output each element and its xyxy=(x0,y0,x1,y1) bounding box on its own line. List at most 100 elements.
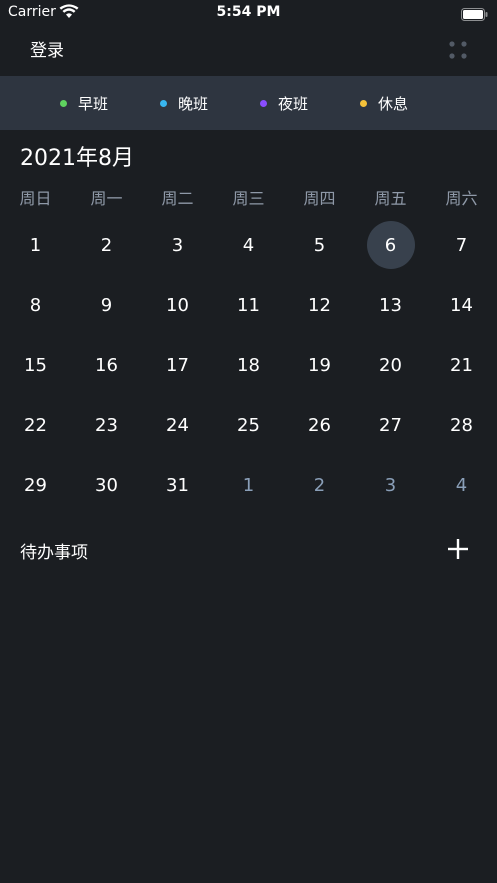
calendar-day[interactable]: 15 xyxy=(0,335,71,395)
day-number: 20 xyxy=(379,354,402,376)
calendar-day[interactable]: 9 xyxy=(71,275,142,335)
day-number: 22 xyxy=(24,414,47,436)
calendar-day[interactable]: 13 xyxy=(355,275,426,335)
day-number: 31 xyxy=(166,474,189,496)
weekday-sat: 周六 xyxy=(445,189,478,208)
calendar-day[interactable]: 2 xyxy=(71,215,142,275)
day-number: 14 xyxy=(450,294,473,316)
calendar-day-next-month[interactable]: 4 xyxy=(426,455,497,515)
day-number: 1 xyxy=(242,474,255,496)
calendar-day[interactable]: 30 xyxy=(71,455,142,515)
month-title[interactable]: 2021年8月 xyxy=(20,140,134,172)
legend-dot-night xyxy=(260,99,267,107)
legend-label-early: 早班 xyxy=(78,94,109,113)
login-button[interactable]: 登录 xyxy=(30,36,64,61)
calendar-day[interactable]: 23 xyxy=(71,395,142,455)
day-number: 15 xyxy=(24,354,47,376)
calendar-day[interactable]: 8 xyxy=(0,275,71,335)
calendar-day[interactable]: 20 xyxy=(355,335,426,395)
calendar-day[interactable]: 14 xyxy=(426,275,497,335)
todo-title: 待办事项 xyxy=(20,543,88,563)
calendar-day[interactable]: 10 xyxy=(142,275,213,335)
nav-bar: 登录 xyxy=(0,26,497,76)
day-number: 2 xyxy=(100,234,113,256)
day-number: 18 xyxy=(237,354,260,376)
weekday-sun: 周日 xyxy=(19,189,52,208)
calendar-day[interactable]: 26 xyxy=(284,395,355,455)
day-number: 8 xyxy=(29,294,42,316)
calendar-day[interactable]: 17 xyxy=(142,335,213,395)
plus-icon xyxy=(448,539,468,559)
calendar-day-next-month[interactable]: 2 xyxy=(284,455,355,515)
day-number: 5 xyxy=(313,234,326,256)
calendar-day-next-month[interactable]: 3 xyxy=(355,455,426,515)
add-todo-button[interactable] xyxy=(446,537,470,561)
day-number: 9 xyxy=(100,294,113,316)
calendar-day[interactable]: 16 xyxy=(71,335,142,395)
calendar-day[interactable]: 29 xyxy=(0,455,71,515)
legend-item-night: 夜班 xyxy=(260,94,309,113)
calendar-day[interactable]: 25 xyxy=(213,395,284,455)
calendar-day[interactable]: 24 xyxy=(142,395,213,455)
weekday-wed: 周三 xyxy=(232,189,265,208)
day-number: 10 xyxy=(166,294,189,316)
todo-section-header: 待办事项 xyxy=(0,530,497,570)
day-number: 28 xyxy=(450,414,473,436)
calendar-screen: Carrier 5:54 PM 登录 早班 晚班 夜班 休息 2021年8月 周… xyxy=(0,0,497,883)
day-number: 27 xyxy=(379,414,402,436)
day-number: 6 xyxy=(366,221,415,269)
day-number: 7 xyxy=(455,234,468,256)
weekday-mon: 周一 xyxy=(90,189,123,208)
weekday-tue: 周二 xyxy=(161,189,194,208)
day-number: 26 xyxy=(308,414,331,436)
day-number: 29 xyxy=(24,474,47,496)
calendar-day[interactable]: 28 xyxy=(426,395,497,455)
menu-dots-icon[interactable] xyxy=(447,39,469,61)
day-number: 25 xyxy=(237,414,260,436)
calendar-day[interactable]: 6 xyxy=(355,215,426,275)
legend-dot-late xyxy=(160,99,167,107)
legend-label-night: 夜班 xyxy=(278,94,309,113)
calendar-day[interactable]: 21 xyxy=(426,335,497,395)
calendar-day[interactable]: 27 xyxy=(355,395,426,455)
calendar-day[interactable]: 12 xyxy=(284,275,355,335)
day-number: 12 xyxy=(308,294,331,316)
weekday-thu: 周四 xyxy=(303,189,336,208)
day-number: 4 xyxy=(242,234,255,256)
legend-item-rest: 休息 xyxy=(360,94,409,113)
calendar-day[interactable]: 22 xyxy=(0,395,71,455)
day-number: 16 xyxy=(95,354,118,376)
calendar-day-next-month[interactable]: 1 xyxy=(213,455,284,515)
calendar-day[interactable]: 31 xyxy=(142,455,213,515)
day-number: 1 xyxy=(29,234,42,256)
calendar-day[interactable]: 5 xyxy=(284,215,355,275)
day-number: 11 xyxy=(237,294,260,316)
legend-dot-rest xyxy=(360,99,367,107)
day-number: 3 xyxy=(384,474,397,496)
weekday-header: 周日 周一 周二 周三 周四 周五 周六 xyxy=(0,185,497,209)
day-number: 13 xyxy=(379,294,402,316)
calendar-day[interactable]: 3 xyxy=(142,215,213,275)
calendar-day[interactable]: 11 xyxy=(213,275,284,335)
legend-item-late: 晚班 xyxy=(160,94,209,113)
legend-item-early: 早班 xyxy=(60,94,109,113)
day-number: 30 xyxy=(95,474,118,496)
battery-icon xyxy=(461,6,488,21)
legend-label-late: 晚班 xyxy=(178,94,209,113)
day-number: 23 xyxy=(95,414,118,436)
calendar-day[interactable]: 4 xyxy=(213,215,284,275)
status-bar: Carrier 5:54 PM xyxy=(0,0,497,26)
calendar-day[interactable]: 1 xyxy=(0,215,71,275)
shift-legend: 早班 晚班 夜班 休息 xyxy=(0,76,497,130)
calendar-day[interactable]: 19 xyxy=(284,335,355,395)
day-number: 21 xyxy=(450,354,473,376)
legend-dot-early xyxy=(60,99,67,107)
calendar-day[interactable]: 18 xyxy=(213,335,284,395)
day-number: 4 xyxy=(455,474,468,496)
day-number: 17 xyxy=(166,354,189,376)
day-number: 3 xyxy=(171,234,184,256)
weekday-fri: 周五 xyxy=(374,189,407,208)
day-number: 19 xyxy=(308,354,331,376)
legend-label-rest: 休息 xyxy=(378,94,409,113)
calendar-day[interactable]: 7 xyxy=(426,215,497,275)
